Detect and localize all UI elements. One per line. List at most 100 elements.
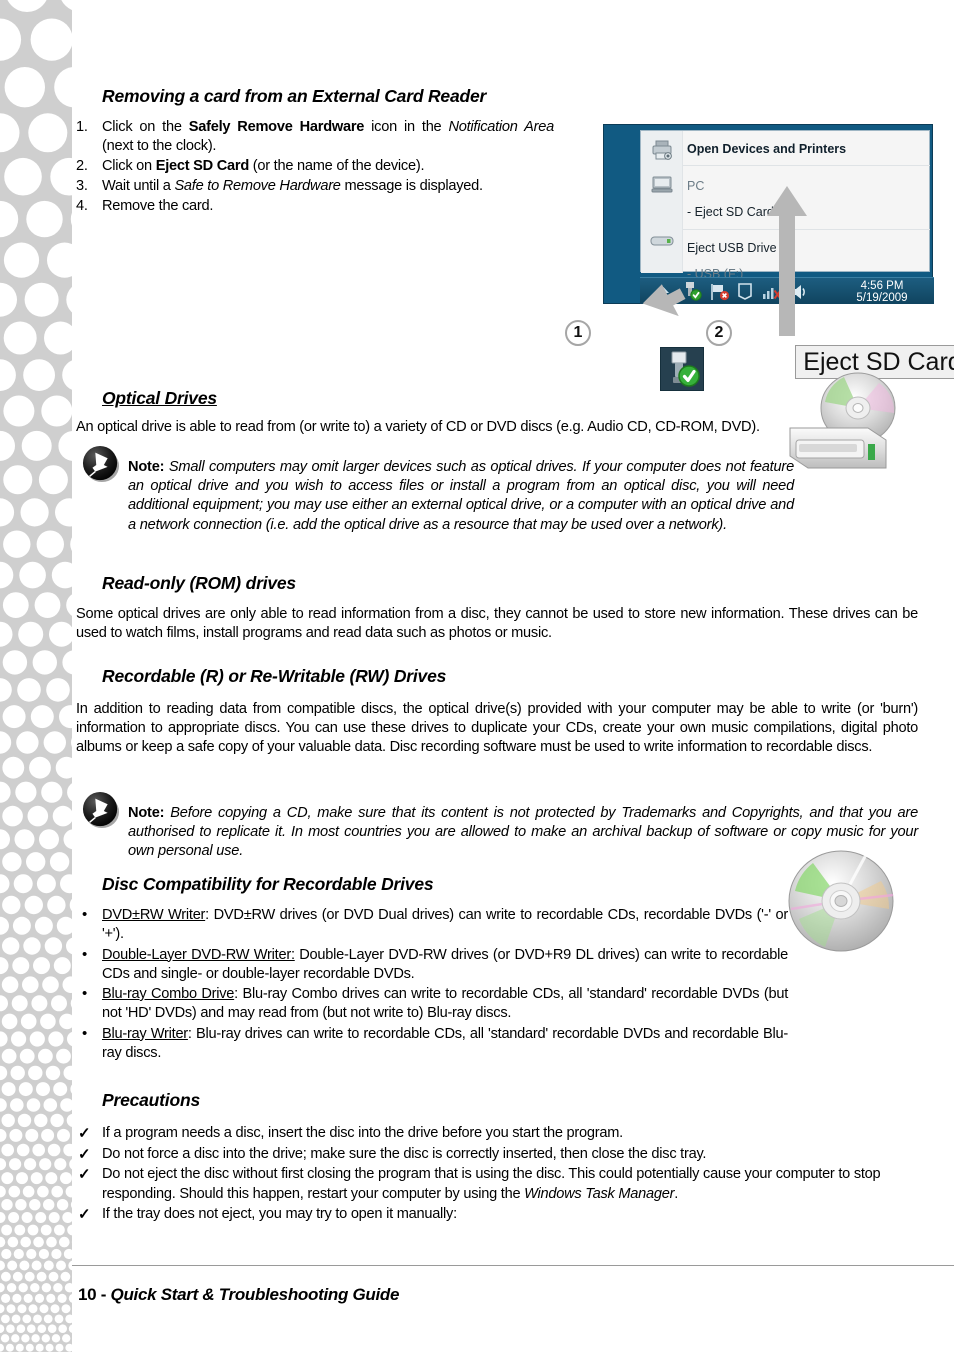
precaution-item: ✓ Do not force a disc into the drive; mak… [76, 1145, 918, 1165]
text-run-normal: Click on the [102, 119, 189, 135]
disc-compatibility-description: : DVD±RW drives (or DVD Dual drives) can… [102, 907, 788, 943]
callout-marker-2: 2 [706, 320, 732, 346]
text-run-normal: If the tray does not eject, you may try … [102, 1206, 457, 1223]
printer-icon [652, 140, 672, 160]
heading-recordable-drives: Recordable (R) or Re-Writable (RW) Drive… [102, 666, 447, 686]
heading-disc-compatibility: Disc Compatibility for Recordable Drives [102, 874, 434, 894]
cd-disc-icon [788, 850, 894, 952]
callout-arrow-2 [767, 186, 807, 336]
safely-remove-hardware-icon-zoom [660, 347, 704, 391]
footer: 10 - Quick Start & Troubleshooting Guide [78, 1285, 399, 1305]
heading-optical-drives: Optical Drives [102, 388, 217, 408]
disc-compatibility-term: Blu-ray Combo Drive [102, 986, 235, 1002]
text-run-normal: icon in the [364, 119, 449, 135]
sidebar-dot-pattern [0, 0, 72, 1352]
heading-precautions: Precautions [102, 1090, 200, 1110]
disc-compatibility-term: Blu-ray Writer [102, 1025, 188, 1042]
computer-icon [651, 176, 673, 193]
recordable-body: In addition to reading data from compati… [76, 701, 918, 755]
network-error-icon[interactable] [710, 283, 730, 301]
check-glyph: ✓ [78, 1145, 91, 1163]
step-number: 1. [76, 119, 88, 135]
check-glyph: ✓ [78, 1125, 91, 1142]
text-run-normal: (or the name of the device). [248, 157, 425, 174]
page-content: Removing a card from an External Card Re… [72, 0, 954, 1352]
popup-icon-column [641, 131, 683, 273]
footer-title: Quick Start & Troubleshooting Guide [110, 1285, 400, 1304]
check-glyph: ✓ [78, 1206, 91, 1224]
taskbar-clock[interactable]: 4:56 PM 5/19/2009 [836, 280, 928, 304]
usb-drive-icon [650, 236, 674, 246]
text-run-normal: If a program needs a disc, insert the di… [102, 1125, 623, 1141]
step-item: 4. Remove the card. [76, 197, 554, 216]
text-run-italic: Safe to Remove Hardware [174, 177, 341, 194]
step-text: Click on Eject SD Card (or the name of t… [102, 157, 425, 174]
step-text: Click on the Safely Remove Hardware icon… [102, 119, 554, 154]
precaution-text: If the tray does not eject, you may try … [102, 1206, 457, 1222]
text-run-italic: Windows Task Manager [524, 1185, 675, 1202]
text-run-normal: Do not eject the disc without first clos… [102, 1166, 881, 1202]
precautions-list: ✓ If a program needs a disc, insert the d… [76, 1124, 918, 1226]
removing-card-steps: 1. Click on the Safely Remove Hardware ic… [76, 118, 554, 217]
precaution-item: ✓ If the tray does not eject, you may try… [76, 1205, 918, 1225]
clock-date: 5/19/2009 [856, 292, 908, 304]
heading-removing-card: Removing a card from an External Card Re… [102, 86, 487, 106]
step-item: 1. Click on the Safely Remove Hardware ic… [76, 118, 554, 156]
precaution-item: ✓ If a program needs a disc, insert the d… [76, 1124, 918, 1144]
heading-read-only-rom-drives: Read-only (ROM) drives [102, 573, 296, 593]
callout-arrow-1 [642, 284, 686, 317]
disc-compatibility-term: Double-Layer DVD-RW Writer: [102, 946, 295, 963]
disc-compatibility-item: • Double-Layer DVD-RW Writer: Double-Laye… [76, 946, 788, 985]
text-run-normal: (next to the clock). [102, 137, 217, 154]
step-text: Wait until a Safe to Remove Hardware mes… [102, 178, 483, 194]
step-text: Remove the card. [102, 198, 213, 214]
disc-compatibility-term: DVD±RW Writer [102, 907, 206, 923]
note-optical-drives-text: Note: Small computers may omit larger de… [128, 458, 794, 536]
precaution-text: If a program needs a disc, insert the di… [102, 1125, 623, 1141]
read-only-body: Some optical drives are only able to rea… [76, 606, 918, 641]
note-optical-drives: Note: Small computers may omit larger de… [76, 443, 794, 550]
optical-drives-intro: An optical drive is able to read from (o… [76, 419, 760, 435]
precaution-text: Do not force a disc into the drive; make… [102, 1146, 706, 1162]
action-center-icon[interactable] [736, 282, 754, 301]
bullet-glyph: • [82, 985, 88, 1002]
clock-time: 4:56 PM [860, 280, 904, 292]
popup-divider-1 [683, 165, 930, 166]
disc-compatibility-item: • Blu-ray Combo Drive: Blu-ray Combo driv… [76, 985, 788, 1024]
text-run-normal: Click on [102, 157, 156, 174]
note-lead: Note: [128, 458, 165, 475]
popup-item-open-devices-and-printers[interactable]: Open Devices and Printers [687, 142, 846, 156]
text-run-normal: Do not force a disc into the drive; make… [102, 1145, 707, 1162]
disc-compatibility-item: • DVD±RW Writer: DVD±RW drives (or DVD Du… [76, 906, 788, 945]
bullet-glyph: • [82, 906, 88, 923]
decorative-sidebar [0, 0, 72, 1352]
text-run-normal: message is displayed. [340, 177, 483, 194]
footer-page-number: 10 - [78, 1285, 111, 1304]
precaution-item: ✓ Do not eject the disc without first clo… [76, 1165, 918, 1204]
text-run-italic: Notification Area [448, 119, 554, 135]
disc-compatibility-list: • DVD±RW Writer: DVD±RW drives (or DVD Du… [76, 906, 788, 1064]
step-item: 3. Wait until a Safe to Remove Hardware m… [76, 177, 554, 196]
note-body: Small computers may omit larger devices … [128, 458, 794, 533]
note-lead: Note: [128, 804, 165, 821]
step-item: 2. Click on Eject SD Card (or the name of… [76, 157, 554, 176]
text-run-bold: Eject SD Card [155, 157, 250, 174]
check-glyph: ✓ [78, 1166, 91, 1184]
external-optical-drive-icon [789, 372, 896, 469]
windows-notification-figure: Open Devices and Printers PC - Eject SD … [603, 124, 934, 336]
footer-divider [72, 1265, 954, 1266]
pushpin-icon [82, 791, 120, 829]
text-run-normal: . [674, 1185, 679, 1202]
pushpin-icon [82, 445, 120, 483]
callout-marker-1: 1 [565, 320, 591, 346]
disc-compatibility-description: : Blu-ray drives can write to recordable… [102, 1025, 788, 1061]
step-number: 4. [76, 197, 88, 214]
disc-compatibility-item: • Blu-ray Writer: Blu-ray drives can writ… [76, 1025, 788, 1064]
popup-group-pc: PC [687, 179, 705, 193]
precaution-text: Do not eject the disc without first clos… [102, 1166, 881, 1202]
step-number: 2. [76, 157, 88, 174]
step-number: 3. [76, 177, 88, 194]
bullet-glyph: • [82, 1024, 88, 1042]
text-run-normal: Remove the card. [102, 197, 214, 214]
safely-remove-hardware-icon [671, 351, 700, 387]
